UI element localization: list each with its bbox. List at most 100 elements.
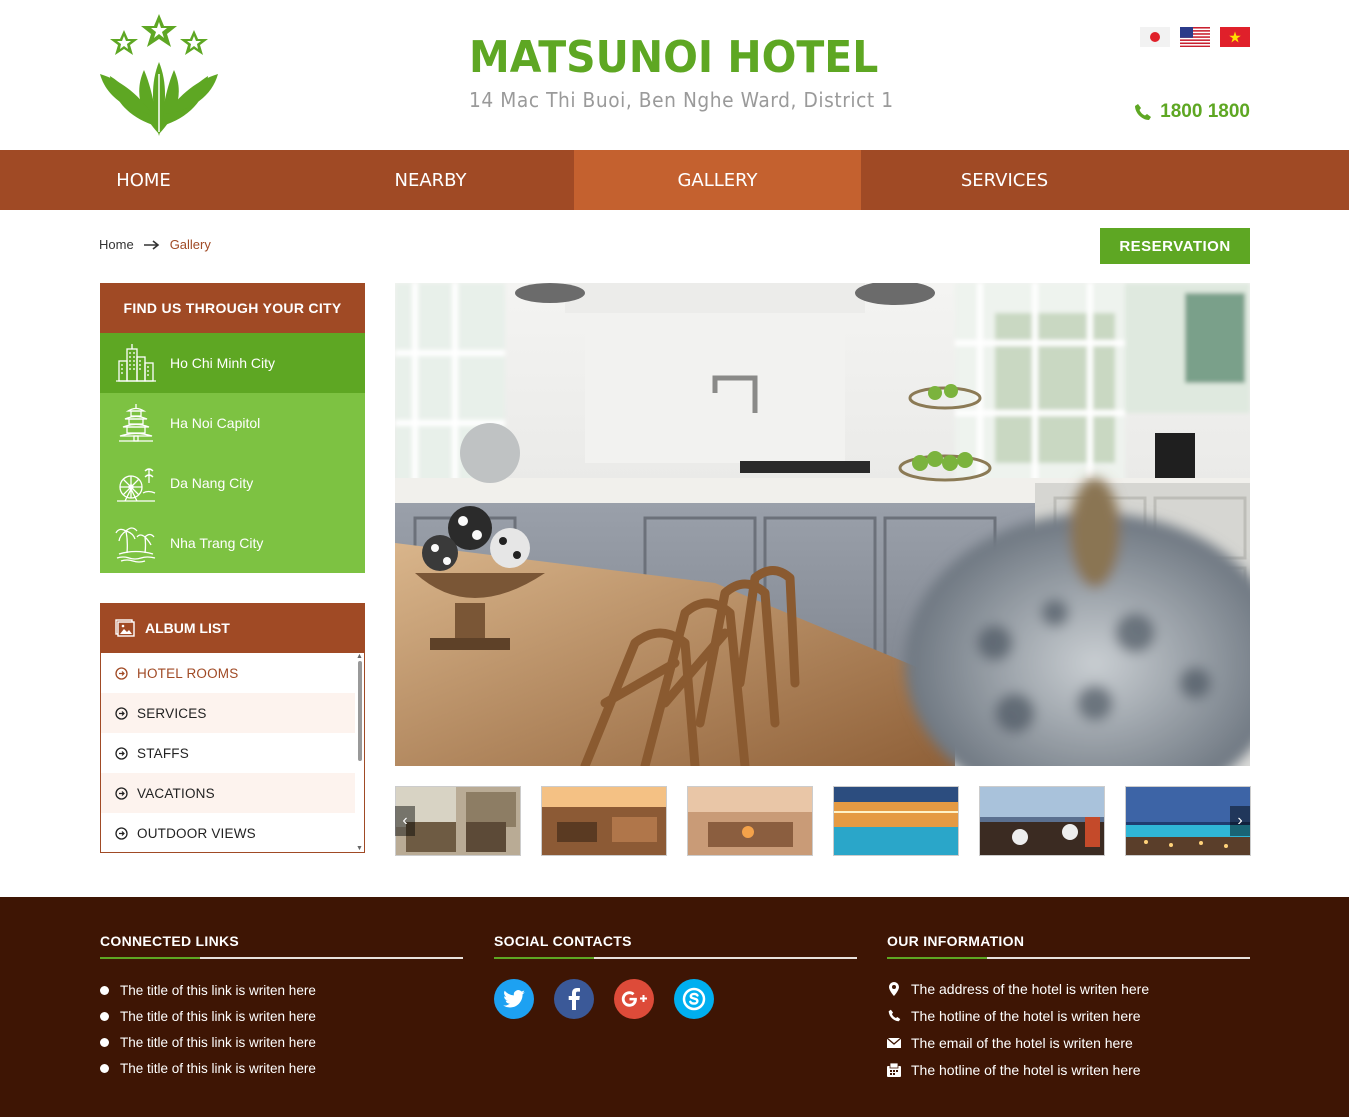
album-panel-title: ALBUM LIST — [145, 620, 230, 636]
gallery-thumbnail[interactable] — [979, 786, 1105, 856]
circle-arrow-icon — [115, 746, 128, 760]
facebook-icon[interactable] — [554, 979, 594, 1019]
breadcrumb: Home Gallery — [99, 237, 211, 252]
city-panel-title: FIND US THROUGH YOUR CITY — [100, 283, 365, 333]
footer-link[interactable]: The title of this link is writen here — [100, 1003, 463, 1029]
chevron-left-icon[interactable]: ‹ — [395, 806, 415, 836]
bullet-icon — [100, 985, 109, 995]
nav-item-label: NEARBY — [394, 169, 467, 191]
city-panel: FIND US THROUGH YOUR CITY Ho Chi Minh Ci… — [100, 283, 365, 573]
palm-island-icon — [114, 521, 158, 565]
circle-arrow-icon — [115, 666, 128, 680]
photo-album-icon — [115, 619, 135, 637]
ferris-wheel-icon — [114, 461, 158, 505]
scroll-down-icon[interactable]: ▼ — [356, 845, 363, 852]
hotel-name: MATSUNOI HOTEL — [469, 32, 879, 83]
footer-section-title: CONNECTED LINKS — [100, 933, 240, 949]
page: MATSUNOI HOTEL 14 Mac Thi Buoi, Ben Nghe… — [0, 0, 1349, 1117]
skype-icon[interactable] — [674, 979, 714, 1019]
chevron-right-icon[interactable]: › — [1230, 806, 1250, 836]
info-text: The email of the hotel is writen here — [911, 1034, 1133, 1051]
scroll-thumb[interactable] — [358, 661, 362, 761]
vietnam-flag-icon[interactable] — [1220, 27, 1250, 47]
album-item-vacations[interactable]: VACATIONS — [101, 773, 355, 813]
gallery-thumbnail[interactable] — [541, 786, 667, 856]
nav-item-services[interactable]: SERVICES — [861, 150, 1148, 210]
footer-link-label: The title of this link is writen here — [120, 982, 316, 998]
circle-arrow-icon — [115, 826, 128, 840]
reservation-button[interactable]: RESERVATION — [1100, 228, 1250, 264]
city-item-label: Ho Chi Minh City — [170, 355, 276, 371]
gallery-thumbnail[interactable] — [687, 786, 813, 856]
hotline[interactable]: 1800 1800 — [1134, 101, 1250, 123]
circle-arrow-icon — [115, 706, 128, 720]
nav-item-gallery[interactable]: GALLERY — [574, 150, 861, 210]
footer-link[interactable]: The title of this link is writen here — [100, 1029, 463, 1055]
nav-item-home[interactable]: HOME — [0, 150, 287, 210]
language-switcher — [1140, 27, 1250, 47]
thumbnail-strip: ‹ › — [395, 786, 1251, 856]
city-item-ho-chi-minh[interactable]: Ho Chi Minh City — [100, 333, 365, 393]
envelope-icon — [887, 1036, 901, 1050]
nav-item-nearby[interactable]: NEARBY — [287, 150, 574, 210]
footer-link-label: The title of this link is writen here — [120, 1034, 316, 1050]
album-panel-header: ALBUM LIST — [100, 603, 365, 653]
google-plus-icon[interactable] — [614, 979, 654, 1019]
nav-item-label: SERVICES — [960, 169, 1049, 191]
scroll-up-icon[interactable]: ▲ — [356, 653, 363, 660]
bullet-icon — [100, 1011, 109, 1021]
phone-icon — [1135, 104, 1152, 120]
main-nav: HOME NEARBY GALLERY SERVICES — [0, 150, 1349, 210]
city-item-nha-trang[interactable]: Nha Trang City — [100, 513, 365, 573]
album-item-outdoor-views[interactable]: OUTDOOR VIEWS — [101, 813, 355, 852]
city-buildings-icon — [114, 341, 158, 385]
footer-link-label: The title of this link is writen here — [120, 1060, 316, 1076]
divider — [887, 957, 1250, 959]
nav-item-label: HOME — [116, 169, 171, 191]
album-item-label: SERVICES — [137, 705, 207, 721]
city-item-label: Da Nang City — [170, 475, 254, 491]
nav-item-label: GALLERY — [677, 169, 758, 191]
footer-section-title: OUR INFORMATION — [887, 933, 1025, 949]
connected-links-list: The title of this link is writen here Th… — [100, 977, 463, 1081]
city-item-ha-noi[interactable]: Ha Noi Capitol — [100, 393, 365, 453]
divider — [494, 957, 857, 959]
footer-section-title: SOCIAL CONTACTS — [494, 933, 632, 949]
info-text: The hotline of the hotel is writen here — [911, 1061, 1141, 1078]
album-item-label: OUTDOOR VIEWS — [137, 825, 256, 841]
album-panel: ALBUM LIST HOTEL ROOMS SERVICES STAFFS V… — [100, 603, 365, 853]
album-item-hotel-rooms[interactable]: HOTEL ROOMS — [101, 653, 355, 693]
album-item-label: VACATIONS — [137, 785, 215, 801]
hotline-number: 1800 1800 — [1160, 101, 1250, 122]
info-list: The address of the hotel is writen here … — [887, 975, 1250, 1083]
footer: CONNECTED LINKS The title of this link i… — [0, 897, 1349, 1117]
header: MATSUNOI HOTEL 14 Mac Thi Buoi, Ben Nghe… — [0, 0, 1349, 150]
fax-icon — [887, 1062, 901, 1077]
breadcrumb-current: Gallery — [169, 237, 211, 252]
footer-link[interactable]: The title of this link is writen here — [100, 1055, 463, 1081]
gallery-thumbnail[interactable] — [833, 786, 959, 856]
breadcrumb-home-link[interactable]: Home — [99, 237, 134, 252]
phone-icon — [887, 1009, 901, 1023]
info-text: The address of the hotel is writen here — [911, 980, 1150, 997]
twitter-icon[interactable] — [494, 979, 534, 1019]
logo-icon[interactable] — [100, 14, 218, 136]
album-scrollbar[interactable]: ▲ ▼ — [355, 653, 364, 852]
social-icons — [494, 979, 857, 1019]
bullet-icon — [100, 1063, 109, 1073]
footer-social-contacts: SOCIAL CONTACTS — [494, 933, 857, 1019]
album-item-services[interactable]: SERVICES — [101, 693, 355, 733]
footer-link[interactable]: The title of this link is writen here — [100, 977, 463, 1003]
bullet-icon — [100, 1037, 109, 1047]
city-item-da-nang[interactable]: Da Nang City — [100, 453, 365, 513]
info-item: The address of the hotel is writen here — [887, 975, 1250, 1002]
info-item: The hotline of the hotel is writen here — [887, 1002, 1250, 1029]
japan-flag-icon[interactable] — [1140, 27, 1170, 47]
arrow-right-icon — [143, 239, 159, 250]
usa-flag-icon[interactable] — [1180, 27, 1210, 47]
info-text: The hotline of the hotel is writen here — [911, 1007, 1141, 1024]
info-item: The hotline of the hotel is writen here — [887, 1056, 1250, 1083]
album-item-staffs[interactable]: STAFFS — [101, 733, 355, 773]
divider — [100, 957, 463, 959]
gallery-main-image[interactable] — [395, 283, 1250, 766]
